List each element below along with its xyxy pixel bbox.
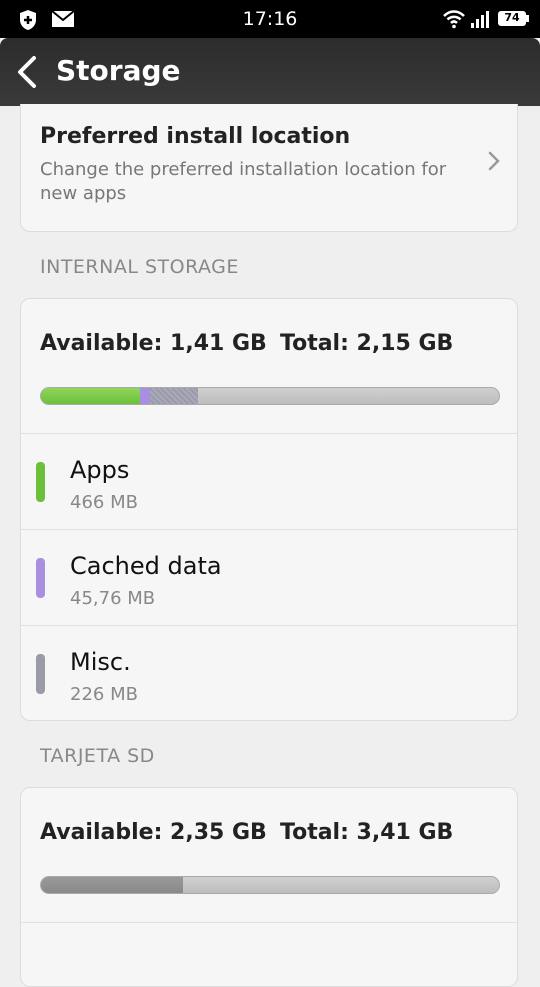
storage-item-apps[interactable]: Apps 466 MB: [21, 434, 517, 530]
wifi-icon: [443, 10, 465, 29]
internal-storage-header: INTERNAL STORAGE: [40, 256, 239, 278]
back-arrow-icon[interactable]: [14, 54, 44, 90]
status-bar: 17:16 74: [0, 0, 540, 38]
sd-usage-bar: [40, 876, 500, 894]
storage-item-size: 226 MB: [70, 684, 138, 705]
storage-item-name: Apps: [70, 456, 130, 484]
page-title: Storage: [56, 54, 181, 87]
usage-segment-misc: [150, 388, 199, 404]
sd-storage-card: Available: 2,35 GB Total: 3,41 GB: [20, 787, 518, 987]
internal-storage-card: Available: 1,41 GB Total: 2,15 GB Apps 4…: [20, 298, 518, 721]
battery-tip: [526, 15, 529, 22]
storage-item-cached-data[interactable]: Cached data 45,76 MB: [21, 530, 517, 626]
cached-color-swatch: [36, 558, 45, 598]
battery-icon: 74: [498, 11, 526, 26]
title-bar: Storage: [0, 38, 540, 106]
usage-segment-apps: [41, 388, 141, 404]
storage-item-size: 45,76 MB: [70, 588, 156, 609]
storage-item-misc[interactable]: Misc. 226 MB: [21, 626, 517, 720]
usage-segment-sd-used: [41, 877, 184, 893]
preferred-install-title: Preferred install location: [40, 124, 351, 149]
internal-usage-bar: [40, 387, 500, 405]
sd-card-header: TARJETA SD: [40, 745, 155, 767]
internal-available: Available: 1,41 GB: [40, 331, 267, 356]
sd-total: Total: 3,41 GB: [280, 820, 454, 845]
preferred-install-location-item[interactable]: Preferred install location Change the pr…: [20, 104, 518, 232]
preferred-install-subtitle: Change the preferred installation locati…: [40, 159, 447, 204]
storage-item-name: Misc.: [70, 648, 131, 676]
storage-item-name: Cached data: [70, 552, 222, 580]
storage-item-size: 466 MB: [70, 492, 138, 513]
misc-color-swatch: [36, 654, 45, 694]
chevron-right-icon: [488, 151, 500, 171]
usage-segment-cached: [140, 388, 150, 404]
internal-total: Total: 2,15 GB: [280, 331, 454, 356]
signal-icon: [471, 11, 489, 28]
apps-color-swatch: [36, 462, 45, 502]
divider: [21, 922, 517, 923]
sd-available: Available: 2,35 GB: [40, 820, 267, 845]
battery-level: 74: [504, 11, 520, 24]
